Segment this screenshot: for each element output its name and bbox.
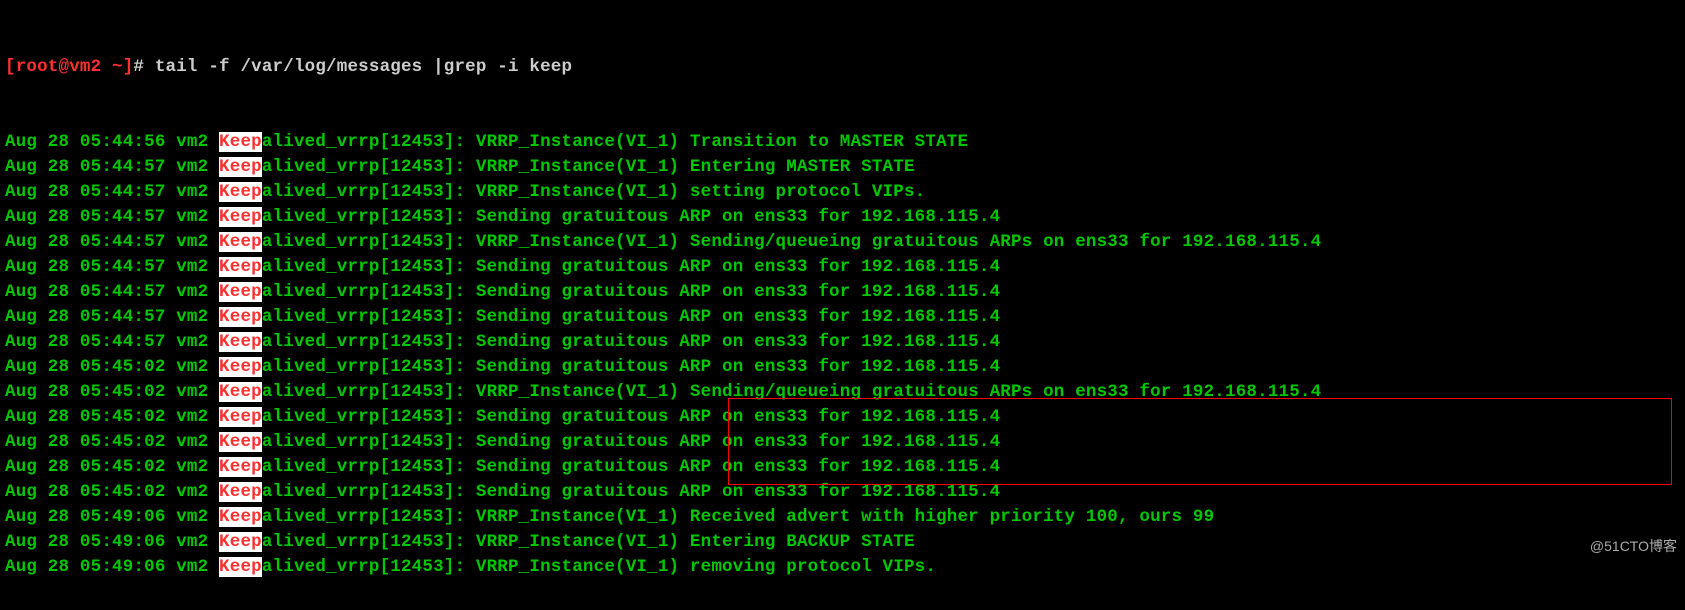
log-line: Aug 28 05:45:02 vm2 Keepalived_vrrp[1245… — [5, 405, 1680, 430]
log-message: alived_vrrp[12453]: Sending gratuitous A… — [262, 432, 1000, 452]
grep-match: Keep — [219, 382, 262, 402]
grep-match: Keep — [219, 482, 262, 502]
log-message: alived_vrrp[12453]: Sending gratuitous A… — [262, 307, 1000, 327]
log-line: Aug 28 05:45:02 vm2 Keepalived_vrrp[1245… — [5, 355, 1680, 380]
grep-match: Keep — [219, 157, 262, 177]
grep-match: Keep — [219, 307, 262, 327]
log-timestamp: Aug 28 05:45:02 vm2 — [5, 432, 219, 452]
grep-match: Keep — [219, 232, 262, 252]
watermark: @51CTO博客 — [1590, 534, 1677, 559]
log-line: Aug 28 05:44:57 vm2 Keepalived_vrrp[1245… — [5, 330, 1680, 355]
log-timestamp: Aug 28 05:44:57 vm2 — [5, 257, 219, 277]
log-line: Aug 28 05:44:57 vm2 Keepalived_vrrp[1245… — [5, 230, 1680, 255]
log-message: alived_vrrp[12453]: Sending gratuitous A… — [262, 457, 1000, 477]
log-timestamp: Aug 28 05:44:57 vm2 — [5, 282, 219, 302]
grep-match: Keep — [219, 257, 262, 277]
log-output: Aug 28 05:44:56 vm2 Keepalived_vrrp[1245… — [5, 130, 1680, 580]
log-line: Aug 28 05:45:02 vm2 Keepalived_vrrp[1245… — [5, 455, 1680, 480]
log-timestamp: Aug 28 05:44:57 vm2 — [5, 307, 219, 327]
log-timestamp: Aug 28 05:45:02 vm2 — [5, 482, 219, 502]
log-message: alived_vrrp[12453]: Sending gratuitous A… — [262, 482, 1000, 502]
log-line: Aug 28 05:44:57 vm2 Keepalived_vrrp[1245… — [5, 255, 1680, 280]
log-message: alived_vrrp[12453]: VRRP_Instance(VI_1) … — [262, 532, 915, 552]
log-timestamp: Aug 28 05:45:02 vm2 — [5, 457, 219, 477]
grep-match: Keep — [219, 532, 262, 552]
log-line: Aug 28 05:45:02 vm2 Keepalived_vrrp[1245… — [5, 380, 1680, 405]
log-timestamp: Aug 28 05:44:57 vm2 — [5, 232, 219, 252]
grep-match: Keep — [219, 357, 262, 377]
log-line: Aug 28 05:44:57 vm2 Keepalived_vrrp[1245… — [5, 155, 1680, 180]
grep-match: Keep — [219, 557, 262, 577]
typed-command: tail -f /var/log/messages |grep -i keep — [155, 57, 572, 77]
log-line: Aug 28 05:45:02 vm2 Keepalived_vrrp[1245… — [5, 430, 1680, 455]
log-message: alived_vrrp[12453]: Sending gratuitous A… — [262, 407, 1000, 427]
log-line: Aug 28 05:44:57 vm2 Keepalived_vrrp[1245… — [5, 305, 1680, 330]
log-timestamp: Aug 28 05:44:57 vm2 — [5, 157, 219, 177]
log-message: alived_vrrp[12453]: VRRP_Instance(VI_1) … — [262, 382, 1321, 402]
log-timestamp: Aug 28 05:44:56 vm2 — [5, 132, 219, 152]
log-timestamp: Aug 28 05:49:06 vm2 — [5, 557, 219, 577]
log-message: alived_vrrp[12453]: VRRP_Instance(VI_1) … — [262, 182, 926, 202]
log-line: Aug 28 05:44:57 vm2 Keepalived_vrrp[1245… — [5, 280, 1680, 305]
log-message: alived_vrrp[12453]: VRRP_Instance(VI_1) … — [262, 132, 968, 152]
grep-match: Keep — [219, 207, 262, 227]
log-line: Aug 28 05:44:56 vm2 Keepalived_vrrp[1245… — [5, 130, 1680, 155]
log-line: Aug 28 05:49:06 vm2 Keepalived_vrrp[1245… — [5, 505, 1680, 530]
log-line: Aug 28 05:49:06 vm2 Keepalived_vrrp[1245… — [5, 530, 1680, 555]
grep-match: Keep — [219, 182, 262, 202]
log-timestamp: Aug 28 05:44:57 vm2 — [5, 207, 219, 227]
prompt-symbol: # — [133, 57, 154, 77]
grep-match: Keep — [219, 282, 262, 302]
log-timestamp: Aug 28 05:49:06 vm2 — [5, 507, 219, 527]
grep-match: Keep — [219, 332, 262, 352]
log-message: alived_vrrp[12453]: VRRP_Instance(VI_1) … — [262, 157, 915, 177]
log-line: Aug 28 05:44:57 vm2 Keepalived_vrrp[1245… — [5, 205, 1680, 230]
log-timestamp: Aug 28 05:45:02 vm2 — [5, 407, 219, 427]
log-line: Aug 28 05:49:06 vm2 Keepalived_vrrp[1245… — [5, 555, 1680, 580]
terminal[interactable]: [root@vm2 ~]# tail -f /var/log/messages … — [0, 0, 1685, 610]
log-message: alived_vrrp[12453]: Sending gratuitous A… — [262, 357, 1000, 377]
grep-match: Keep — [219, 132, 262, 152]
log-message: alived_vrrp[12453]: VRRP_Instance(VI_1) … — [262, 557, 936, 577]
log-message: alived_vrrp[12453]: Sending gratuitous A… — [262, 207, 1000, 227]
log-line: Aug 28 05:45:02 vm2 Keepalived_vrrp[1245… — [5, 480, 1680, 505]
log-line: Aug 28 05:44:57 vm2 Keepalived_vrrp[1245… — [5, 180, 1680, 205]
log-timestamp: Aug 28 05:44:57 vm2 — [5, 182, 219, 202]
grep-match: Keep — [219, 432, 262, 452]
log-message: alived_vrrp[12453]: Sending gratuitous A… — [262, 282, 1000, 302]
prompt-userhost: [root@vm2 ~] — [5, 57, 133, 77]
log-timestamp: Aug 28 05:45:02 vm2 — [5, 357, 219, 377]
log-message: alived_vrrp[12453]: Sending gratuitous A… — [262, 332, 1000, 352]
grep-match: Keep — [219, 407, 262, 427]
log-timestamp: Aug 28 05:44:57 vm2 — [5, 332, 219, 352]
log-message: alived_vrrp[12453]: VRRP_Instance(VI_1) … — [262, 232, 1321, 252]
log-timestamp: Aug 28 05:49:06 vm2 — [5, 532, 219, 552]
log-timestamp: Aug 28 05:45:02 vm2 — [5, 382, 219, 402]
grep-match: Keep — [219, 457, 262, 477]
log-message: alived_vrrp[12453]: Sending gratuitous A… — [262, 257, 1000, 277]
grep-match: Keep — [219, 507, 262, 527]
log-message: alived_vrrp[12453]: VRRP_Instance(VI_1) … — [262, 507, 1214, 527]
command-line: [root@vm2 ~]# tail -f /var/log/messages … — [5, 55, 1680, 80]
